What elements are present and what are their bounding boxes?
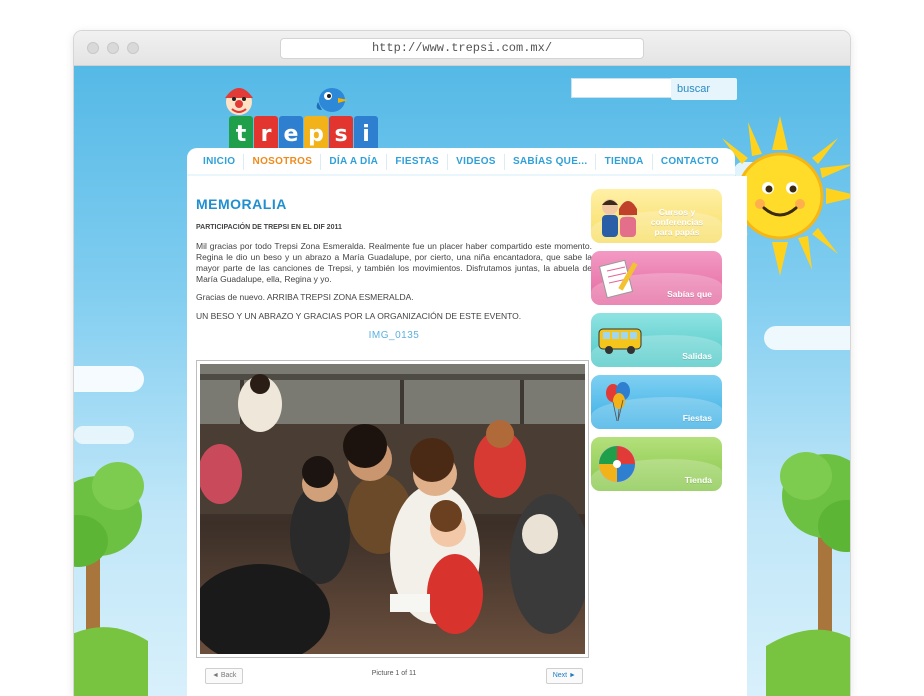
browser-toolbar: http://www.trepsi.com.mx/ <box>74 31 850 66</box>
browser-window: http://www.trepsi.com.mx/ t r e p s i bu… <box>74 31 850 696</box>
card-label: Tienda <box>684 475 712 485</box>
tree-left <box>74 462 148 696</box>
card-label: Fiestas <box>682 413 712 423</box>
article-subtitle: PARTICIPACIÓN DE TREPSI EN EL DIF 2011 <box>196 224 342 231</box>
address-bar[interactable]: http://www.trepsi.com.mx/ <box>280 38 644 59</box>
nav-item-videos[interactable]: VIDEOS <box>448 154 505 170</box>
window-close-dot[interactable] <box>87 42 99 54</box>
cloud <box>764 326 850 350</box>
page: t r e p s i buscar INICIO NOSOTROS DÍA A… <box>74 66 850 696</box>
image-caption: IMG_0135 <box>368 330 420 341</box>
sidebar-card-cursos[interactable]: Cursos y conferencias para papás <box>591 189 722 243</box>
nav-item-inicio[interactable]: INICIO <box>195 154 245 170</box>
nav-item-fiestas[interactable]: FIESTAS <box>387 154 448 170</box>
search-input[interactable] <box>571 78 675 98</box>
photo-pager: ◄ Back Picture 1 of 11 Next ► <box>205 668 583 686</box>
sidebar-card-salidas[interactable]: Salidas <box>591 313 722 367</box>
parents-icon <box>602 199 637 237</box>
crowd-photo-illustration <box>200 364 585 654</box>
cloud <box>74 366 144 392</box>
search-button[interactable]: buscar <box>671 78 737 100</box>
article: MEMORALIA PARTICIPACIÓN DE TREPSI EN EL … <box>196 196 592 341</box>
nav-item-contacto[interactable]: CONTACTO <box>653 154 727 170</box>
next-button[interactable]: Next ► <box>545 668 583 684</box>
window-maximize-dot[interactable] <box>127 42 139 54</box>
content-panel: MEMORALIA PARTICIPACIÓN DE TREPSI EN EL … <box>187 176 747 696</box>
card-label: Cursos y conferencias para papás <box>650 207 704 237</box>
nav-item-tienda[interactable]: TIENDA <box>597 154 653 170</box>
search-box: buscar <box>571 78 739 100</box>
event-photo[interactable] <box>200 364 585 654</box>
nav-item-dia-a-dia[interactable]: DÍA A DÍA <box>321 154 388 170</box>
article-paragraph: Mil gracias por todo Trepsi Zona Esmeral… <box>196 241 592 284</box>
card-label: Salidas <box>682 351 712 361</box>
nav-item-sabias-que[interactable]: SABÍAS QUE... <box>505 154 597 170</box>
main-nav: INICIO NOSOTROS DÍA A DÍA FIESTAS VIDEOS… <box>187 148 735 176</box>
sidebar-card-tienda[interactable]: Tienda <box>591 437 722 491</box>
nav-item-nosotros[interactable]: NOSOTROS <box>245 154 322 170</box>
photo-frame <box>196 360 589 658</box>
bird-mascot-icon <box>316 88 348 112</box>
card-label: Sabías que <box>667 289 712 299</box>
sidebar: Cursos y conferencias para papás Sabías … <box>591 189 722 499</box>
balloons-icon <box>606 382 630 422</box>
article-paragraph: Gracias de nuevo. ARRIBA TREPSI ZONA ESM… <box>196 292 414 302</box>
notepad-icon <box>598 259 638 299</box>
sidebar-card-fiestas[interactable]: Fiestas <box>591 375 722 429</box>
beach-ball-icon <box>598 445 636 483</box>
tree-right <box>766 452 850 696</box>
bus-icon <box>598 328 642 354</box>
page-title: MEMORALIA <box>196 196 287 212</box>
article-paragraph: UN BESO Y UN ABRAZO Y GRACIAS POR LA ORG… <box>196 311 522 321</box>
sidebar-card-sabias-que[interactable]: Sabías que <box>591 251 722 305</box>
window-minimize-dot[interactable] <box>107 42 119 54</box>
picture-counter: Picture 1 of 11 <box>371 670 417 677</box>
